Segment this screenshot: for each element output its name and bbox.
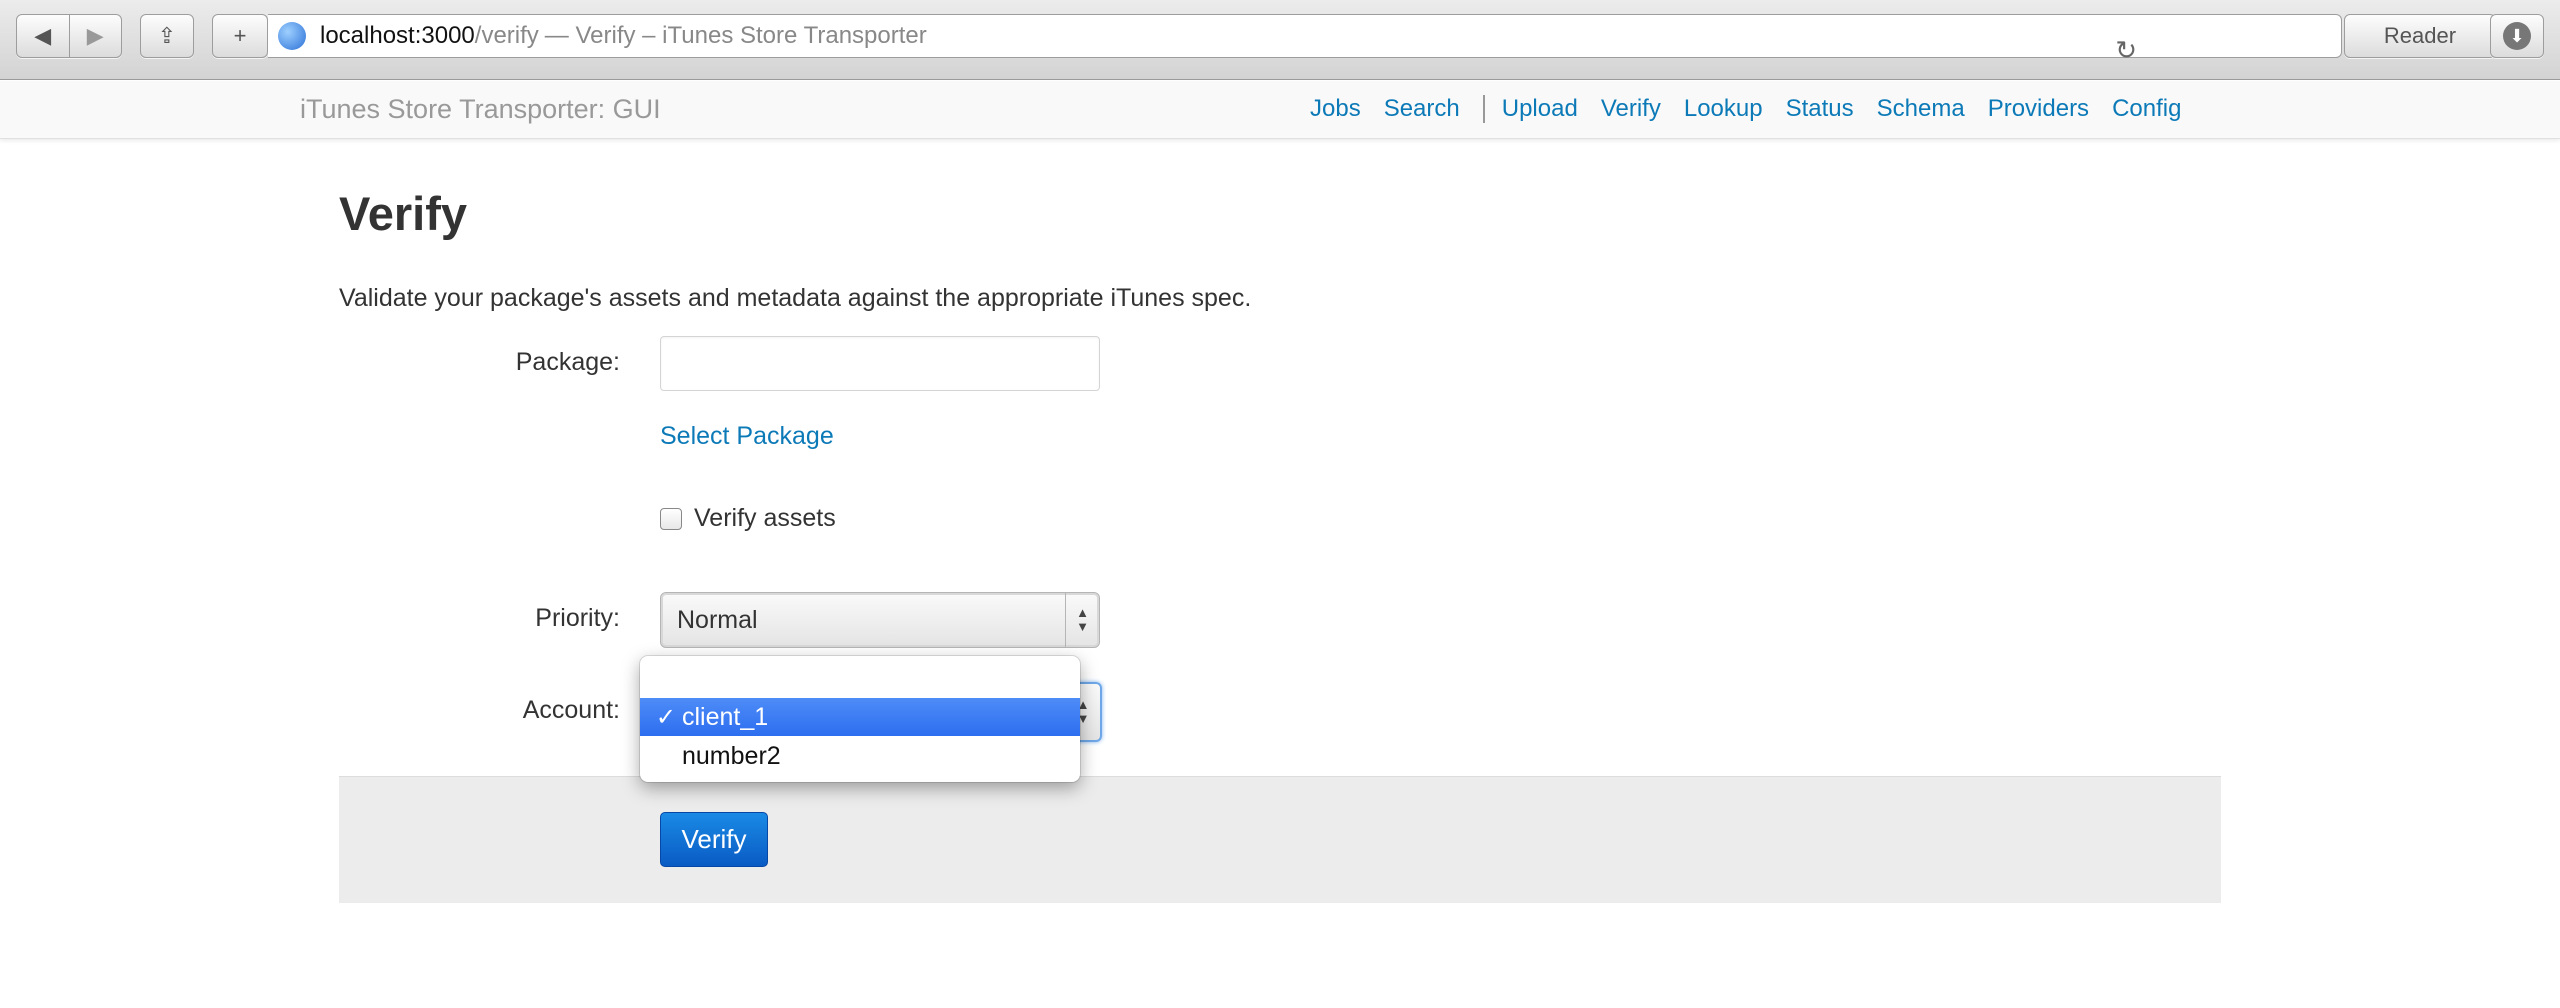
nav-link-status[interactable]: Status bbox=[1786, 95, 1854, 123]
nav-link-upload[interactable]: Upload bbox=[1502, 95, 1578, 123]
app-navbar: iTunes Store Transporter: GUI Jobs Searc… bbox=[0, 81, 2560, 139]
nav-links: Jobs Search Upload Verify Lookup Status … bbox=[1310, 95, 2204, 123]
url-host: localhost:3000 bbox=[320, 22, 475, 49]
nav-link-verify[interactable]: Verify bbox=[1601, 95, 1661, 123]
nav-link-schema[interactable]: Schema bbox=[1877, 95, 1965, 123]
brand[interactable]: iTunes Store Transporter: GUI bbox=[300, 94, 661, 125]
page-title-in-address: — Verify – iTunes Store Transporter bbox=[544, 22, 927, 49]
select-package-link[interactable]: Select Package bbox=[660, 422, 834, 451]
page-title: Verify bbox=[339, 187, 468, 240]
page-description: Validate your package's assets and metad… bbox=[339, 284, 1252, 312]
nav-link-providers[interactable]: Providers bbox=[1988, 95, 2089, 123]
nav-divider bbox=[1482, 95, 1485, 123]
account-option-number2[interactable]: number2 bbox=[640, 737, 1080, 775]
download-icon: ⬇ bbox=[2503, 22, 2531, 50]
reload-icon[interactable]: ↻ bbox=[2115, 35, 2137, 66]
form-actions bbox=[339, 776, 2221, 903]
verify-assets-row: Verify assets bbox=[660, 504, 836, 533]
globe-icon bbox=[278, 22, 306, 50]
package-input[interactable] bbox=[660, 336, 1100, 391]
package-label: Package: bbox=[515, 348, 620, 376]
verify-assets-checkbox[interactable] bbox=[660, 507, 682, 530]
priority-select[interactable]: Normal ▲ ▼ bbox=[660, 592, 1100, 648]
priority-value: Normal bbox=[677, 605, 758, 634]
back-forward-buttons[interactable]: ◀ ▶ bbox=[16, 14, 122, 58]
back-icon[interactable]: ◀ bbox=[17, 15, 69, 57]
account-option-client-1[interactable]: ✓ client_1 bbox=[640, 698, 1080, 736]
address-bar[interactable]: localhost:3000 /verify — Verify – iTunes… bbox=[268, 14, 2342, 65]
forward-icon[interactable]: ▶ bbox=[68, 15, 122, 57]
priority-label: Priority: bbox=[535, 604, 620, 632]
account-dropdown-menu: ✓ client_1 number2 bbox=[640, 656, 1080, 782]
nav-link-jobs[interactable]: Jobs bbox=[1310, 95, 1361, 123]
checkmark-icon: ✓ bbox=[655, 703, 676, 731]
select-arrows-icon: ▲ ▼ bbox=[1065, 593, 1099, 647]
url-path: /verify bbox=[474, 22, 539, 49]
nav-link-search[interactable]: Search bbox=[1384, 95, 1460, 123]
reader-button[interactable]: Reader bbox=[2344, 14, 2496, 58]
share-icon[interactable]: ⇪ bbox=[140, 14, 194, 58]
verify-assets-label[interactable]: Verify assets bbox=[694, 504, 836, 533]
account-label: Account: bbox=[522, 696, 620, 724]
nav-link-lookup[interactable]: Lookup bbox=[1684, 95, 1763, 123]
add-bookmark-icon[interactable]: + bbox=[212, 14, 268, 58]
nav-link-config[interactable]: Config bbox=[2112, 95, 2181, 123]
browser-toolbar: ◀ ▶ ⇪ + localhost:3000 /verify — Verify … bbox=[0, 0, 2560, 80]
downloads-button[interactable]: ⬇ bbox=[2490, 14, 2544, 58]
verify-submit-button[interactable]: Verify bbox=[660, 812, 768, 867]
